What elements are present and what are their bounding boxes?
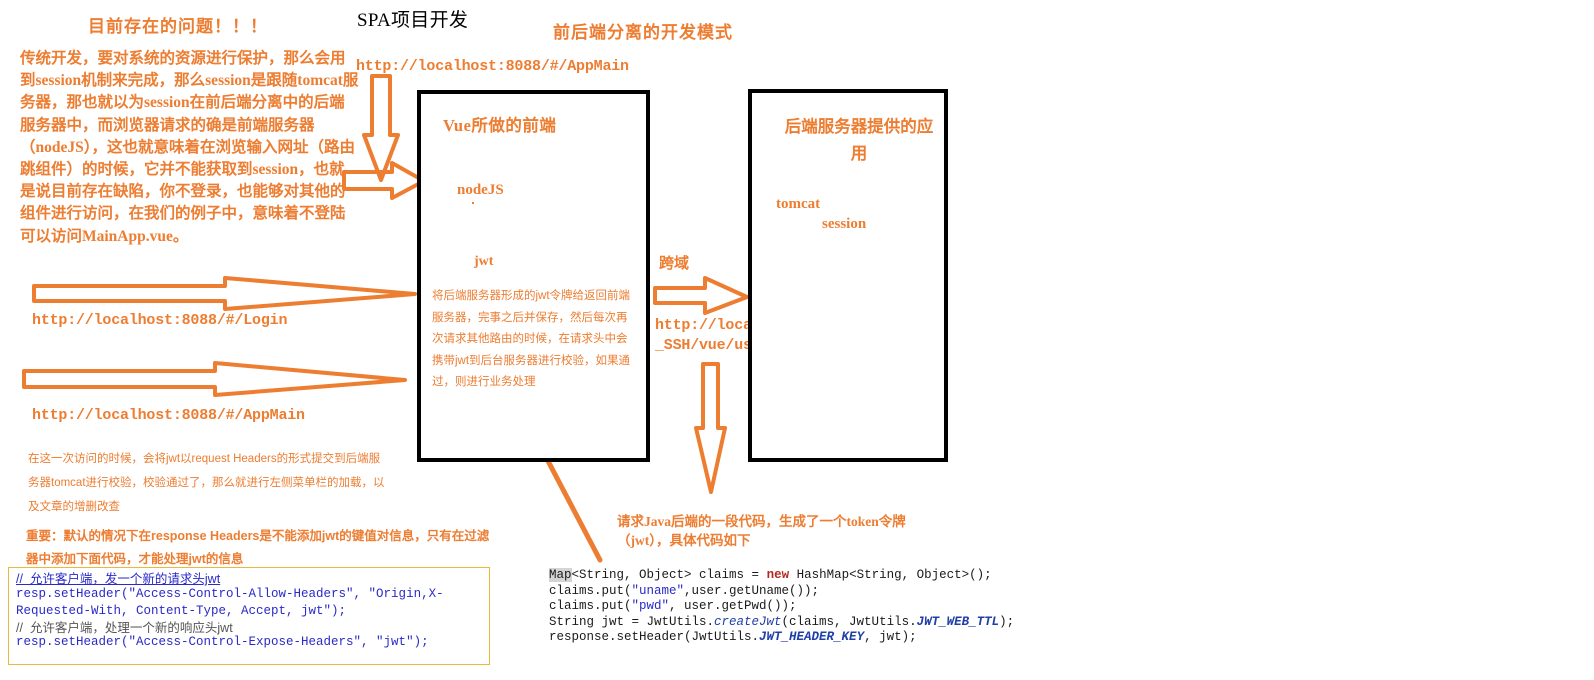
java-line5-b: , jwt); (864, 630, 917, 644)
filter-comment-request: // 允许客户端，发一个新的请求头jwt (16, 572, 221, 586)
arrow-down-backend (694, 362, 727, 494)
frontend-nodejs-label: nodeJS (457, 182, 504, 198)
java-map-keyword: Map (549, 568, 572, 582)
url-appmain-top: http://localhost:8088/#/AppMain (356, 58, 629, 75)
arrow-appmain (22, 361, 407, 397)
java-note: 请求Java后端的一段代码，生成了一个token令牌（jwt），具体代码如下 (617, 514, 906, 548)
java-new-keyword: new (766, 568, 790, 582)
access-note: 在这一次访问的时候，会将jwt以request Headers的形式提交到后端服… (28, 453, 385, 513)
java-line4-b: (claims, JwtUtils. (781, 614, 917, 629)
problem-paragraph: 传统开发，要对系统的资源进行保护，那么会用到session机制来完成，那么ses… (20, 50, 359, 245)
frontend-box (417, 90, 650, 462)
mode-title: 前后端分离的开发模式 (553, 23, 733, 42)
frontend-box-title: Vue所做的前端 (443, 116, 557, 135)
java-line3-b: , user.getPwd()); (669, 599, 797, 613)
frontend-jwt-label: jwt (474, 254, 494, 269)
java-code-block: Map<String, Object> claims = new HashMap… (549, 568, 1014, 646)
jwt-description: 将后端服务器形成的jwt令牌给返回前端服务器，完事之后并保存，然后每次再次请求其… (432, 290, 631, 388)
java-line2-a: claims.put( (549, 583, 632, 598)
backend-session-label: session (822, 216, 867, 232)
arrow-cross-domain (653, 276, 749, 315)
java-line3-a: claims.put( (549, 599, 632, 613)
problem-title: 目前存在的问题！！！ (88, 17, 268, 36)
java-createjwt-method: createJwt (714, 614, 782, 629)
important-note: 重要：默认的情况下在response Headers是不能添加jwt的键值对信息… (26, 529, 490, 566)
nodejs-dot-marker (472, 202, 474, 204)
java-jwt-header-key-const: JWT_HEADER_KEY (759, 630, 865, 644)
page-title: SPA项目开发 (357, 10, 469, 31)
arrow-login (32, 276, 417, 311)
filter-code-expose-headers: resp.setHeader("Access-Control-Expose-He… (16, 635, 429, 649)
backend-tomcat-label: tomcat (776, 196, 821, 212)
java-line5-a: response.setHeader(JwtUtils. (549, 630, 760, 644)
java-line3-str: "pwd" (631, 599, 670, 613)
java-line2-b: ,user.getUname()); (684, 583, 820, 598)
java-line4-d: ); (999, 614, 1015, 629)
arrow-down-to-frontend (362, 74, 400, 182)
java-line2-str: "uname" (631, 583, 685, 598)
url-login: http://localhost:8088/#/Login (32, 312, 288, 329)
java-jwt-web-ttl-const: JWT_WEB_TTL (916, 614, 1000, 629)
filter-code-allow-headers: resp.setHeader("Access-Control-Allow-Hea… (16, 587, 444, 618)
cross-domain-label: 跨域 (659, 256, 690, 272)
java-line1-c: HashMap<String, Object>(); (789, 568, 992, 582)
java-line1-b: <String, Object> claims = (571, 568, 767, 582)
url-appmain-left: http://localhost:8088/#/AppMain (32, 407, 305, 424)
java-line4-a: String jwt = JwtUtils. (549, 614, 715, 629)
backend-box-title: 后端服务器提供的应用 (784, 117, 934, 163)
